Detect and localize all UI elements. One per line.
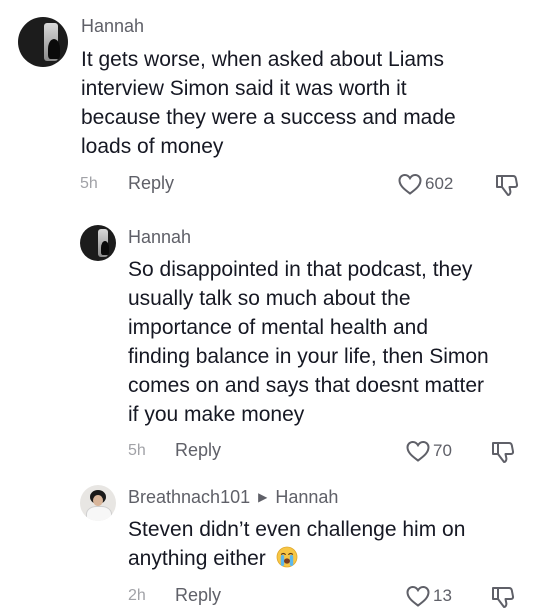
like-count: 602 — [425, 174, 454, 193]
like-button[interactable]: 70 — [405, 439, 452, 463]
comment-text-line: importance of mental health and — [128, 316, 429, 339]
avatar[interactable] — [80, 485, 116, 521]
replying-to-user[interactable]: Hannah — [275, 487, 338, 507]
comment-timestamp: 5h — [128, 442, 146, 459]
comment-text-line: anything either — [128, 547, 266, 570]
dislike-button[interactable] — [494, 172, 520, 203]
reply-button[interactable]: Reply — [128, 173, 174, 194]
dislike-button[interactable] — [490, 584, 516, 615]
comment-text-line: comes on and says that doesnt matter — [128, 374, 485, 397]
thumbs-down-outline-icon — [496, 175, 519, 196]
comment-text-line: Steven didn’t even challenge him on — [128, 518, 466, 541]
dislike-button[interactable] — [490, 439, 516, 470]
triangle-right-icon: ▶ — [258, 490, 268, 504]
comment-3: Breathnach101 ▶ Hannah Steven didn’t even … — [0, 470, 540, 614]
heart-outline-icon — [398, 173, 422, 195]
comment-text-line: usually talk so much about the — [128, 287, 411, 310]
reply-button[interactable]: Reply — [175, 585, 221, 606]
like-button[interactable]: 13 — [405, 584, 452, 608]
comment-text-line: It gets worse, when asked about Liams — [81, 48, 445, 71]
heart-outline-icon — [406, 585, 430, 607]
comment-timestamp: 2h — [128, 587, 146, 604]
comment-text-line: interview Simon said it was worth it — [81, 77, 407, 100]
like-count: 70 — [433, 441, 452, 460]
crying-face-emoji — [276, 546, 298, 568]
comment-2: Hannah So disappointed in that podcast, … — [0, 210, 540, 470]
like-button[interactable]: 602 — [397, 172, 453, 196]
reply-button[interactable]: Reply — [175, 440, 221, 461]
comment-text-line: if you make money — [128, 403, 305, 426]
avatar[interactable] — [18, 17, 68, 67]
reply-author[interactable]: Breathnach101 — [128, 487, 250, 507]
comment-text: It gets worse, when asked about Liams in… — [81, 45, 531, 161]
heart-outline-icon — [406, 440, 430, 462]
comment-text-line: finding balance in your life, then Simon — [128, 345, 489, 368]
comment-username[interactable]: Hannah — [128, 227, 191, 248]
like-count: 13 — [433, 586, 452, 605]
comment-username[interactable]: Hannah — [81, 16, 144, 37]
thumbs-down-outline-icon — [492, 442, 515, 463]
avatar[interactable] — [80, 225, 116, 261]
comment-text: Steven didn’t even challenge him on anyt… — [128, 515, 533, 573]
comment-1: Hannah It gets worse, when asked about L… — [0, 0, 540, 210]
comment-username[interactable]: Breathnach101 ▶ Hannah — [128, 487, 338, 508]
comment-text-line: loads of money — [81, 135, 224, 158]
comment-text: So disappointed in that podcast, they us… — [128, 255, 533, 429]
comment-text-line: because they were a success and made — [81, 106, 456, 129]
thumbs-down-outline-icon — [492, 587, 515, 608]
comment-text-line-with-emoji: anything either — [128, 544, 533, 573]
comment-text-line: So disappointed in that podcast, they — [128, 258, 473, 281]
comment-timestamp: 5h — [80, 175, 98, 192]
